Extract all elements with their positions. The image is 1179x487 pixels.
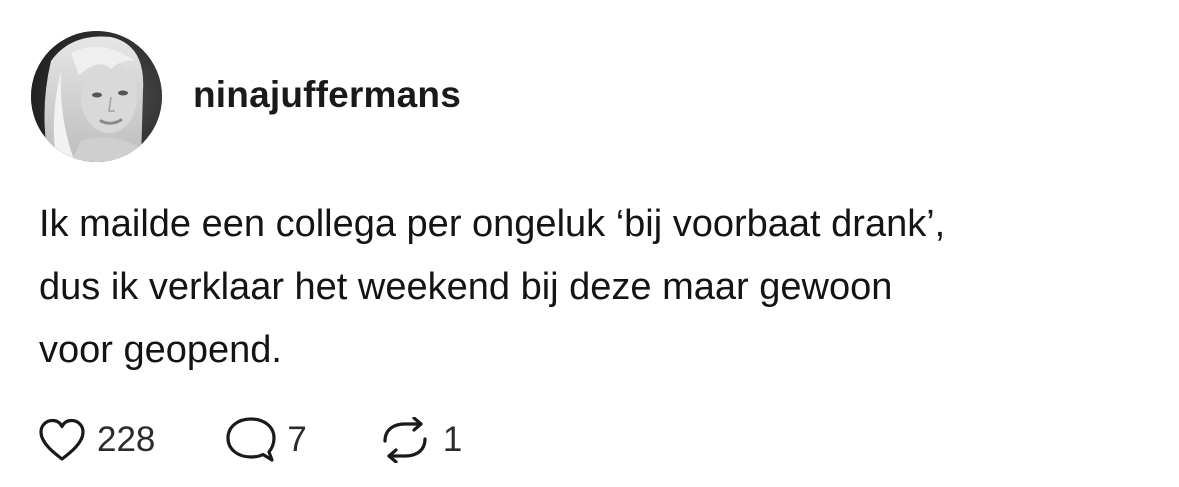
username[interactable]: ninajuffermans [193, 72, 461, 118]
post-text: Ik mailde een collega per ongeluk ‘bij v… [39, 193, 1149, 382]
post-text-line: Ik mailde een collega per ongeluk ‘bij v… [39, 203, 946, 245]
avatar-photo [31, 31, 162, 162]
heart-icon [39, 418, 85, 461]
like-button[interactable]: 228 [37, 417, 155, 463]
avatar[interactable] [31, 31, 162, 162]
post-text-line: dus ik verklaar het weekend bij deze maa… [39, 266, 893, 308]
repost-arrows-icon [383, 417, 427, 463]
like-count: 228 [97, 420, 156, 459]
repost-button[interactable]: 1 [377, 417, 462, 463]
reply-button[interactable]: 7 [225, 416, 307, 464]
post-text-line: voor geopend. [39, 329, 282, 371]
post-card: ninajuffermans Ik mailde een collega per… [0, 0, 1179, 487]
action-bar: 228 7 1 [37, 414, 462, 466]
reply-count: 7 [287, 420, 307, 459]
repost-count: 1 [442, 420, 463, 459]
speech-bubble-icon [226, 417, 277, 462]
